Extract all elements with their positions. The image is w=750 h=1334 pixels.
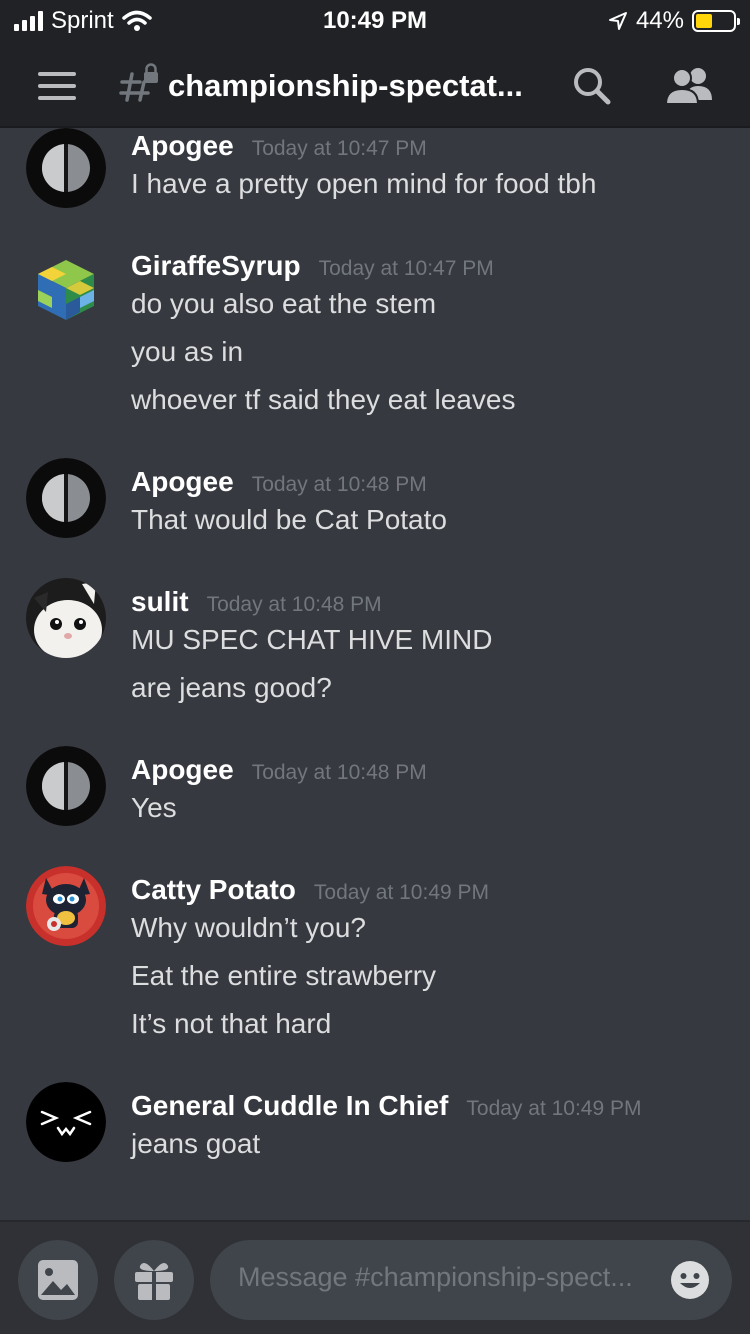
message-text: Why wouldn’t you? [131, 912, 367, 943]
avatar[interactable] [26, 128, 106, 208]
emoji-icon[interactable] [670, 1260, 710, 1300]
image-upload-button[interactable] [18, 1240, 98, 1320]
location-arrow-icon [608, 12, 627, 30]
timestamp: Today at 10:48 PM [251, 473, 427, 496]
message-text: do you also eat the stem [131, 288, 437, 319]
message-text: It’s not that hard [131, 1008, 332, 1039]
status-bar: Sprint 10:49 PM 44% [0, 0, 750, 42]
author-line: Apogee Today at 10:47 PM [131, 130, 427, 162]
message-text: whoever tf said they eat leaves [131, 384, 516, 415]
cube-avatar-icon [26, 250, 106, 330]
author-line: Apogee Today at 10:48 PM [131, 754, 427, 786]
message-text: MU SPEC CHAT HIVE MIND [131, 624, 493, 655]
timestamp: Today at 10:48 PM [251, 761, 427, 784]
message-text: are jeans good? [131, 672, 332, 703]
message-placeholder: Message #championship-spect... [238, 1262, 633, 1292]
members-icon[interactable] [662, 64, 716, 108]
message-text: jeans goat [131, 1128, 261, 1159]
timestamp: Today at 10:48 PM [206, 593, 382, 616]
status-right: 44% [608, 6, 740, 36]
message-composer: Message #championship-spect... [0, 1220, 750, 1334]
avatar[interactable] [26, 866, 106, 946]
cat-photo-avatar-icon [26, 578, 106, 658]
author-name[interactable]: sulit [131, 586, 189, 618]
face-avatar-icon [26, 1082, 106, 1162]
author-line: General Cuddle In Chief Today at 10:49 P… [131, 1090, 642, 1122]
message-text: That would be Cat Potato [131, 504, 447, 535]
channel-header: championship-spectat... [0, 42, 750, 128]
cartoon-cat-avatar-icon [26, 866, 106, 946]
author-name[interactable]: Apogee [131, 754, 234, 786]
author-name[interactable]: Apogee [131, 466, 234, 498]
avatar[interactable] [26, 250, 106, 330]
timestamp: Today at 10:49 PM [466, 1097, 642, 1120]
author-line: Catty Potato Today at 10:49 PM [131, 874, 489, 906]
message-text: Eat the entire strawberry [131, 960, 437, 991]
image-icon [38, 1260, 78, 1300]
timestamp: Today at 10:47 PM [251, 137, 427, 160]
avatar[interactable] [26, 746, 106, 826]
author-line: sulit Today at 10:48 PM [131, 586, 382, 618]
message-text: you as in [131, 336, 244, 367]
message-text: I have a pretty open mind for food tbh [131, 168, 597, 199]
locked-channel-icon [119, 63, 158, 102]
author-line: Apogee Today at 10:48 PM [131, 466, 427, 498]
timestamp: Today at 10:49 PM [313, 881, 490, 904]
author-name[interactable]: Catty Potato [131, 874, 296, 906]
message-list[interactable]: Apogee Today at 10:47 PM I have a pretty… [0, 128, 750, 1220]
channel-title: championship-spectat... [168, 68, 523, 103]
gift-button[interactable] [114, 1240, 194, 1320]
menu-icon[interactable] [38, 72, 78, 100]
author-line: GiraffeSyrup Today at 10:47 PM [131, 250, 494, 282]
search-icon[interactable] [570, 64, 614, 108]
gift-icon [135, 1262, 173, 1300]
avatar[interactable] [26, 458, 106, 538]
battery-icon [692, 10, 740, 32]
avatar[interactable] [26, 1082, 106, 1162]
moon-avatar-icon [26, 128, 106, 208]
moon-avatar-icon [26, 458, 106, 538]
avatar[interactable] [26, 578, 106, 658]
author-name[interactable]: Apogee [131, 130, 234, 162]
timestamp: Today at 10:47 PM [318, 257, 494, 280]
battery-percent: 44% [635, 7, 684, 34]
message-text: Yes [131, 792, 177, 823]
author-name[interactable]: GiraffeSyrup [131, 250, 301, 282]
message-input[interactable]: Message #championship-spect... [210, 1240, 732, 1320]
moon-avatar-icon [26, 746, 106, 826]
author-name[interactable]: General Cuddle In Chief [131, 1090, 448, 1122]
